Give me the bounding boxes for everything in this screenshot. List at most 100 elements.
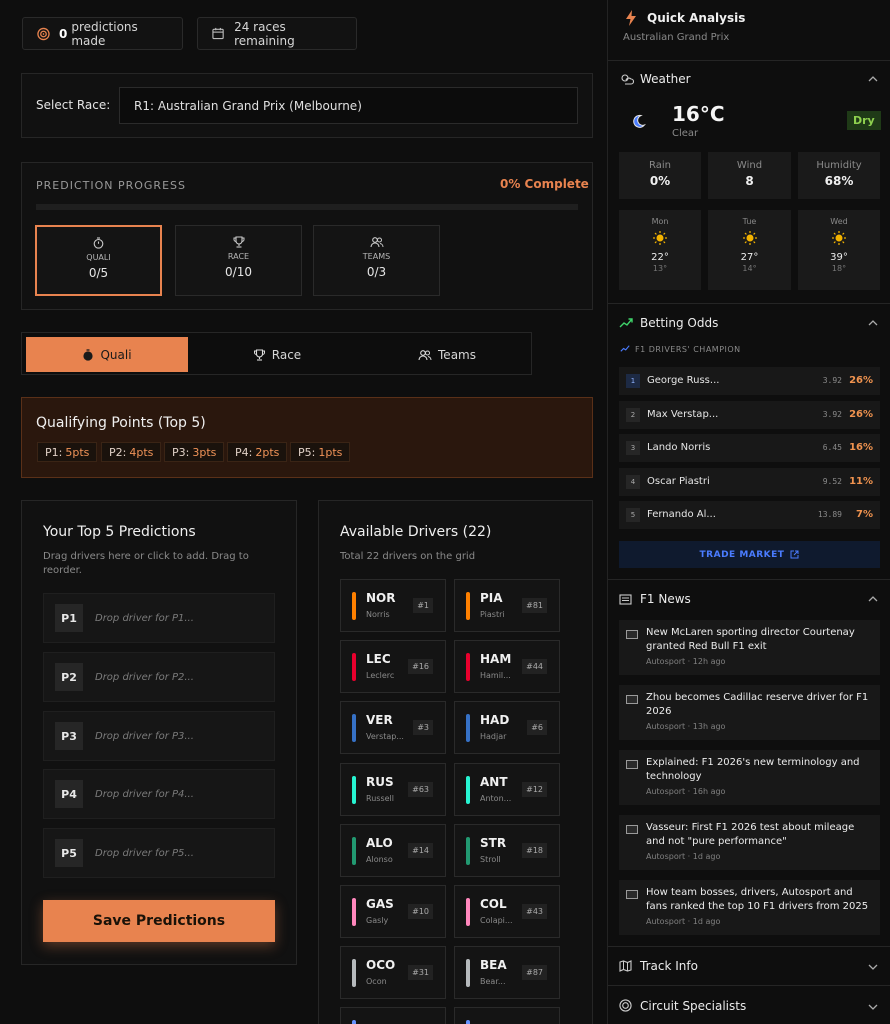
odds-row[interactable]: 3 Lando Norris 6.45 16%	[619, 434, 880, 462]
driver-card-oco[interactable]: OCO Ocon #31	[340, 946, 446, 1000]
driver-card-col[interactable]: COL Colapi... #43	[454, 885, 560, 938]
chevron-up-icon[interactable]	[868, 320, 878, 326]
news-headline: Zhou becomes Cadillac reserve driver for…	[646, 692, 869, 717]
odds-driver-name: Oscar Piastri	[647, 475, 710, 487]
slot-position: P1	[55, 604, 83, 632]
driver-name: Ocon	[366, 977, 387, 987]
prediction-slot-p2[interactable]: P2 Drop driver for P2...	[43, 652, 275, 702]
stage-card-teams[interactable]: TEAMS 0/3	[313, 225, 440, 296]
odds-rank: 3	[626, 441, 640, 455]
predictions-title: Your Top 5 Predictions	[43, 524, 196, 540]
predictions-count: 0	[58, 26, 68, 41]
stopwatch-icon	[93, 237, 104, 249]
chip-pts: 5pts	[65, 445, 90, 459]
tab-quali[interactable]: Quali	[26, 337, 188, 372]
driver-code: HAM	[480, 652, 512, 667]
prediction-slot-p5[interactable]: P5 Drop driver for P5...	[43, 828, 275, 878]
driver-card-ham[interactable]: HAM Hamil... #44	[454, 640, 560, 694]
odds-row[interactable]: 4 Oscar Piastri 9.52 11%	[619, 467, 880, 496]
prediction-slot-p3[interactable]: P3 Drop driver for P3...	[43, 711, 275, 761]
team-color-bar	[352, 898, 356, 926]
points-chip: P2: 4pts	[101, 442, 162, 462]
betting-odds-title: Betting Odds	[640, 316, 719, 330]
news-meta: Autosport · 12h ago	[646, 657, 726, 666]
driver-card-gas[interactable]: GAS Gasly #10	[340, 885, 446, 938]
news-item[interactable]: How team bosses, drivers, Autosport and …	[619, 880, 880, 935]
driver-code: LEC	[366, 652, 391, 667]
driver-card-had[interactable]: HAD Hadjar #6	[454, 701, 560, 755]
news-item[interactable]: Vasseur: First F1 2026 test about mileag…	[619, 815, 880, 870]
driver-card-str[interactable]: STR Stroll #18	[454, 823, 560, 877]
driver-code: VER	[366, 713, 393, 728]
odds-value: 13.89	[817, 510, 842, 519]
odds-row[interactable]: 2 Max Verstap... 3.92 26%	[619, 400, 880, 429]
driver-card-ant[interactable]: ANT Anton... #12	[454, 762, 560, 816]
save-predictions-button[interactable]: Save Predictions	[43, 900, 275, 942]
driver-card-nor[interactable]: NOR Norris #1	[340, 579, 446, 632]
team-color-bar	[466, 714, 470, 743]
prediction-slot-p4[interactable]: P4 Drop driver for P4...	[43, 769, 275, 819]
driver-number: #87	[522, 965, 547, 981]
weather-temperature: 16°C	[672, 102, 725, 126]
news-item[interactable]: Explained: F1 2026's new terminology and…	[619, 750, 880, 805]
quick-analysis-title: Quick Analysis	[647, 11, 746, 25]
chevron-down-icon[interactable]	[868, 1004, 878, 1010]
slot-position: P3	[55, 722, 83, 750]
slot-placeholder: Drop driver for P4...	[95, 788, 194, 800]
stat-value: 8	[745, 174, 754, 188]
slot-placeholder: Drop driver for P1...	[95, 612, 194, 624]
chevron-up-icon[interactable]	[868, 596, 878, 602]
driver-card-ver[interactable]: VER Verstap... #3	[340, 701, 446, 755]
chevron-down-icon[interactable]	[868, 964, 878, 970]
driver-card-rus[interactable]: RUS Russell #63	[340, 762, 446, 816]
prediction-slot-p1[interactable]: P1 Drop driver for P1...	[43, 593, 275, 643]
driver-card-pia[interactable]: PIA Piastri #81	[454, 579, 560, 632]
odds-driver-name: George Russ...	[647, 375, 720, 386]
stat-value: 68%	[824, 174, 854, 188]
driver-card-lec[interactable]: LEC Leclerc #16	[340, 640, 446, 694]
odds-row[interactable]: 5 Fernando Al... 13.89 7%	[619, 501, 880, 529]
driver-card[interactable]	[340, 1007, 446, 1024]
divider	[608, 579, 890, 580]
weather-stat-rain: Rain 0%	[619, 152, 701, 199]
news-item[interactable]: New McLaren sporting director Courtenay …	[619, 620, 880, 675]
driver-card-bea[interactable]: BEA Bear... #87	[454, 946, 560, 1000]
stage-label: RACE	[227, 252, 250, 261]
trade-market-button[interactable]: TRADE MARKET	[619, 541, 880, 568]
team-color-bar	[466, 775, 470, 804]
driver-code: STR	[480, 835, 507, 850]
quick-analysis-subtitle: Australian Grand Prix	[623, 32, 730, 43]
tab-race[interactable]: Race	[192, 337, 362, 372]
odds-row[interactable]: 1 George Russ... 3.92 26%	[619, 367, 880, 395]
driver-code: ALO	[366, 835, 393, 850]
stage-card-quali[interactable]: QUALI 0/5	[35, 225, 162, 296]
odds-percent: 16%	[849, 442, 873, 453]
stat-label: Humidity	[816, 160, 862, 171]
driver-code: HAD	[480, 713, 510, 728]
driver-card[interactable]	[454, 1007, 560, 1024]
image-icon	[626, 630, 638, 639]
stage-value: 0/5	[88, 266, 109, 280]
image-icon	[626, 890, 638, 899]
driver-card-alo[interactable]: ALO Alonso #14	[340, 823, 446, 877]
tab-label: Quali	[100, 347, 132, 362]
driver-number: #12	[522, 781, 547, 797]
odds-rank: 5	[626, 508, 640, 522]
stage-card-race[interactable]: RACE 0/10	[175, 225, 302, 296]
odds-driver-name: Max Verstap...	[647, 408, 719, 420]
race-select-dropdown[interactable]: R1: Australian Grand Prix (Melbourne)	[119, 87, 578, 124]
tab-teams[interactable]: Teams	[366, 337, 528, 372]
trade-market-label: TRADE MARKET	[699, 549, 785, 560]
driver-number: #43	[522, 904, 547, 919]
news-item[interactable]: Zhou becomes Cadillac reserve driver for…	[619, 685, 880, 740]
odds-rank: 4	[626, 474, 640, 489]
driver-name: Hamil...	[480, 671, 511, 681]
odds-driver-name: Lando Norris	[647, 442, 711, 453]
news-headline: How team bosses, drivers, Autosport and …	[646, 887, 869, 912]
driver-number: #44	[522, 659, 547, 675]
sun-icon	[653, 231, 667, 245]
chevron-up-icon[interactable]	[868, 76, 878, 82]
driver-number: #31	[408, 965, 433, 981]
odds-value: 3.92	[822, 376, 842, 385]
users-icon	[369, 237, 384, 248]
